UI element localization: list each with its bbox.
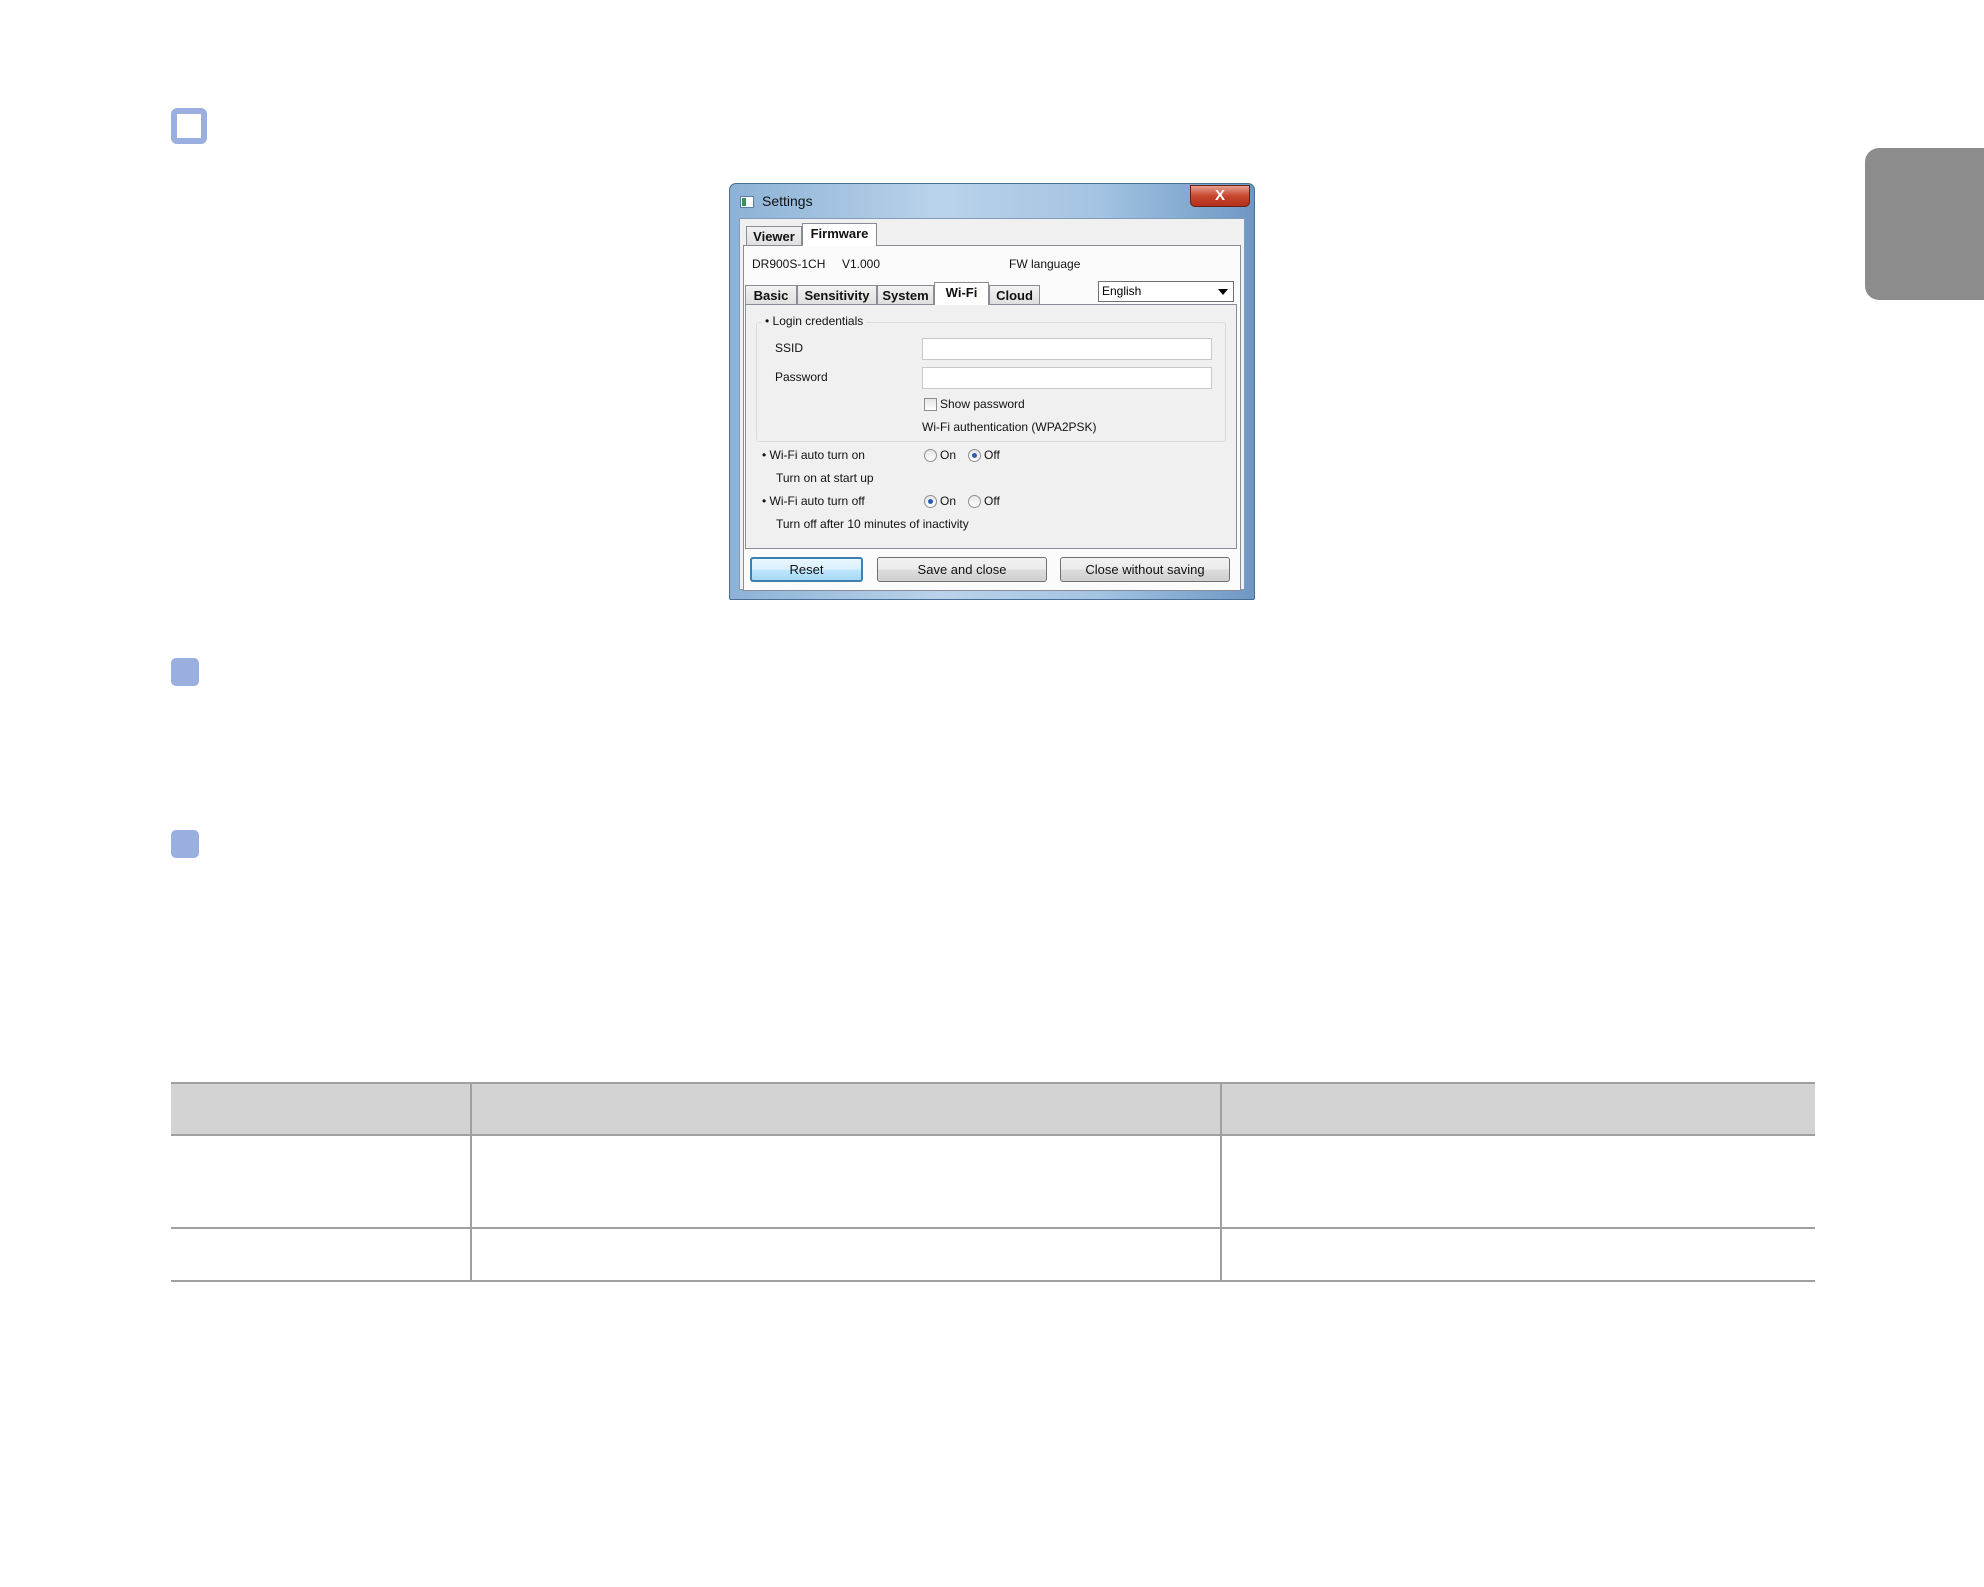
info-table bbox=[171, 1082, 1815, 1282]
close-icon: X bbox=[1214, 187, 1225, 204]
window-title: Settings bbox=[762, 193, 813, 209]
firmware-version: V1.000 bbox=[842, 257, 881, 271]
tab-sensitivity[interactable]: Sensitivity bbox=[797, 285, 877, 305]
table-border-bottom bbox=[171, 1280, 1815, 1282]
wifi-auth-text: Wi-Fi authentication (WPA2PSK) bbox=[922, 420, 1097, 434]
ssid-input[interactable] bbox=[922, 338, 1212, 360]
password-input[interactable] bbox=[922, 367, 1212, 389]
auto-off-radio-off[interactable] bbox=[968, 495, 981, 508]
tab-cloud[interactable]: Cloud bbox=[989, 285, 1040, 305]
model-name: DR900S-1CH bbox=[752, 257, 826, 271]
chevron-down-icon bbox=[1218, 289, 1228, 295]
show-password-checkbox[interactable] bbox=[924, 398, 937, 411]
wifi-auto-off-label: Wi-Fi auto turn off bbox=[762, 494, 865, 508]
tab-system[interactable]: System bbox=[877, 285, 934, 305]
tab-wifi[interactable]: Wi-Fi bbox=[934, 282, 989, 305]
tab-basic[interactable]: Basic bbox=[745, 285, 797, 305]
close-window-button[interactable]: X bbox=[1190, 185, 1250, 207]
step-marker-2 bbox=[171, 658, 199, 686]
close-without-saving-button[interactable]: Close without saving bbox=[1060, 557, 1230, 582]
wifi-auto-on-label: Wi-Fi auto turn on bbox=[762, 448, 865, 462]
settings-app-icon bbox=[740, 196, 754, 208]
auto-off-radio-on[interactable] bbox=[924, 495, 937, 508]
ssid-label: SSID bbox=[775, 341, 804, 355]
wifi-auto-off-note: Turn off after 10 minutes of inactivity bbox=[776, 517, 969, 531]
table-row-divider bbox=[171, 1134, 1815, 1136]
auto-off-off-label[interactable]: Off bbox=[984, 494, 1000, 508]
tab-firmware[interactable]: Firmware bbox=[802, 223, 877, 246]
step-marker-3 bbox=[171, 830, 199, 858]
side-chapter-tab bbox=[1865, 148, 1984, 300]
auto-on-on-label[interactable]: On bbox=[940, 448, 956, 462]
wifi-auto-on-note: Turn on at start up bbox=[776, 471, 874, 485]
show-password-label[interactable]: Show password bbox=[940, 397, 1025, 411]
firmware-panel: DR900S-1CH V1.000 FW language English Ba… bbox=[743, 245, 1241, 591]
window-client-area: Viewer Firmware DR900S-1CH V1.000 FW lan… bbox=[739, 218, 1245, 591]
settings-window: Settings X Viewer Firmware DR900S-1CH V1… bbox=[729, 183, 1255, 600]
auto-on-off-label[interactable]: Off bbox=[984, 448, 1000, 462]
step-marker-1 bbox=[171, 108, 207, 144]
table-row-divider bbox=[171, 1227, 1815, 1229]
table-column-divider bbox=[1220, 1082, 1222, 1282]
tab-viewer[interactable]: Viewer bbox=[746, 226, 802, 246]
table-header bbox=[171, 1082, 1815, 1135]
fw-language-value: English bbox=[1102, 284, 1142, 298]
title-bar[interactable]: Settings X bbox=[730, 184, 1254, 216]
auto-on-radio-on[interactable] bbox=[924, 449, 937, 462]
password-label: Password bbox=[775, 370, 828, 384]
wifi-panel: Login credentials SSID Password Show pas… bbox=[745, 304, 1237, 549]
table-column-divider bbox=[470, 1082, 472, 1282]
login-credentials-title: Login credentials bbox=[762, 314, 867, 328]
save-and-close-button[interactable]: Save and close bbox=[877, 557, 1047, 582]
reset-button[interactable]: Reset bbox=[750, 557, 863, 582]
fw-language-select[interactable]: English bbox=[1098, 281, 1234, 302]
fw-language-label: FW language bbox=[1009, 257, 1081, 271]
auto-off-on-label[interactable]: On bbox=[940, 494, 956, 508]
table-border-top bbox=[171, 1082, 1815, 1084]
auto-on-radio-off[interactable] bbox=[968, 449, 981, 462]
